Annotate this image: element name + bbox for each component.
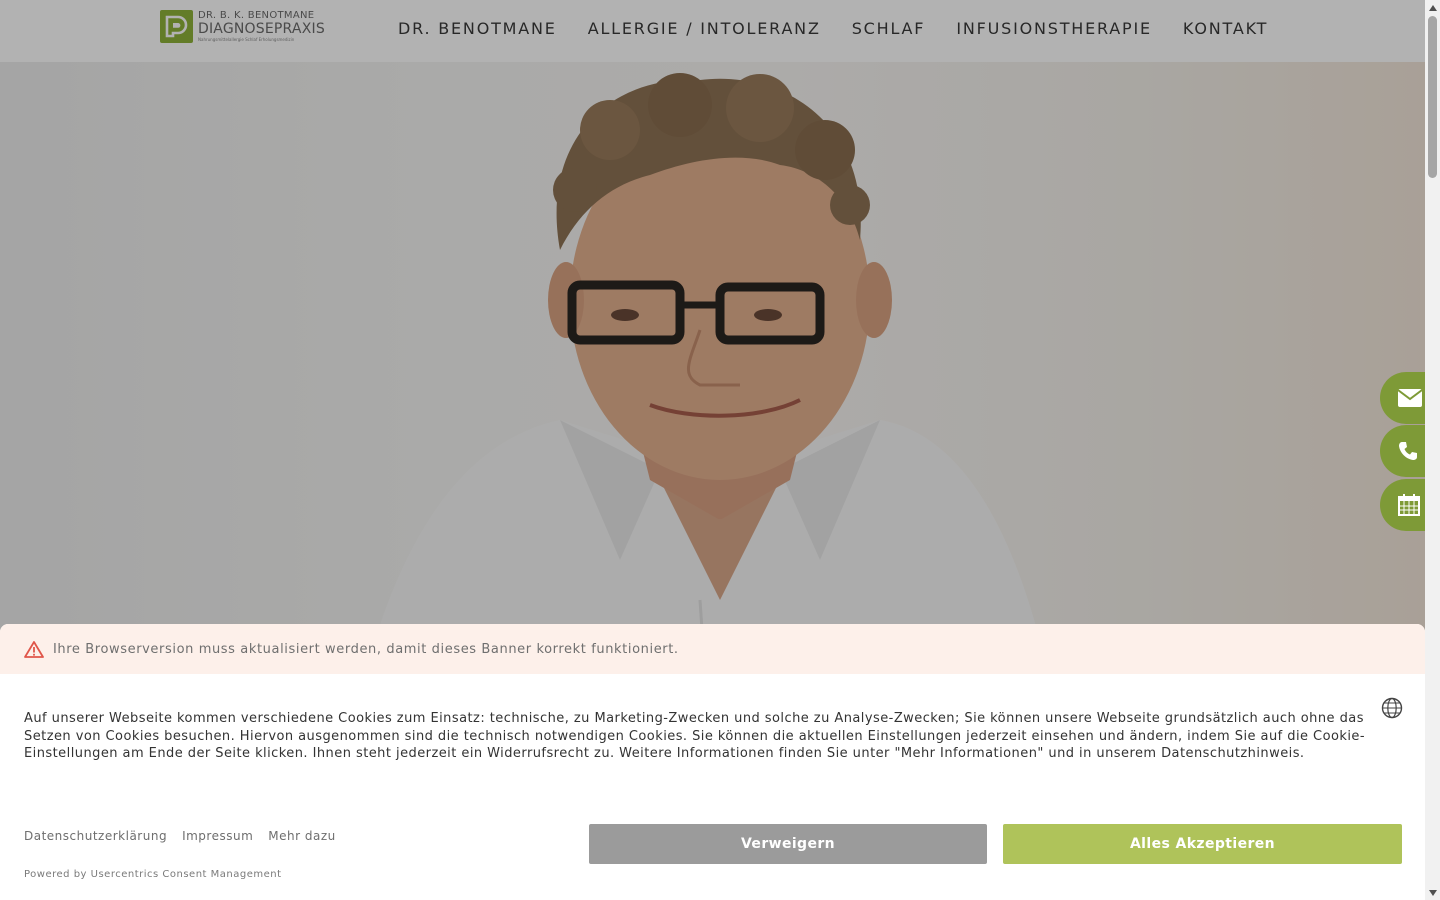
logo-line-2: DIAGNOSEPRAXIS (198, 20, 325, 37)
scroll-up-arrow-icon[interactable] (1425, 0, 1440, 15)
scroll-down-arrow-icon[interactable] (1425, 885, 1440, 900)
main-nav: DR. BENOTMANE ALLERGIE / INTOLERANZ SCHL… (398, 19, 1268, 38)
email-icon (1398, 389, 1422, 407)
consent-links: Datenschutzerklärung Impressum Mehr dazu (24, 829, 336, 843)
browser-warning-text: Ihre Browserversion muss aktualisiert we… (53, 641, 679, 657)
logo-tagline: Nahrungsmittelallergie Schlaf Erholungsm… (198, 36, 295, 42)
powered-by-text: Powered by Usercentrics Consent Manageme… (24, 869, 282, 880)
browser-warning-bar: Ihre Browserversion muss aktualisiert we… (0, 624, 1425, 674)
logo-line-1: DR. B. K. BENOTMANE (198, 9, 315, 21)
nav-item-schlaf[interactable]: SCHLAF (852, 19, 926, 38)
accept-all-button[interactable]: Alles Akzeptieren (1003, 824, 1402, 864)
calendar-icon (1398, 494, 1420, 516)
consent-description: Auf unserer Webseite kommen verschiedene… (24, 711, 1366, 761)
scrollbar-thumb[interactable] (1428, 16, 1437, 178)
warning-icon (24, 640, 44, 658)
page-scrollbar[interactable] (1425, 0, 1440, 900)
site-header: DR. B. K. BENOTMANE DIAGNOSEPRAXIS Nahru… (0, 0, 1425, 62)
nav-item-infusionstherapie[interactable]: INFUSIONSTHERAPIE (956, 19, 1152, 38)
cookie-consent-banner: Ihre Browserversion muss aktualisiert we… (0, 624, 1425, 900)
imprint-link[interactable]: Impressum (182, 829, 253, 843)
logo-mark-icon (160, 9, 193, 43)
nav-item-dr-benotmane[interactable]: DR. BENOTMANE (398, 19, 557, 38)
phone-icon (1399, 442, 1417, 460)
nav-item-kontakt[interactable]: KONTAKT (1183, 19, 1268, 38)
site-logo[interactable]: DR. B. K. BENOTMANE DIAGNOSEPRAXIS Nahru… (160, 9, 325, 43)
privacy-policy-link[interactable]: Datenschutzerklärung (24, 829, 167, 843)
deny-button[interactable]: Verweigern (589, 824, 987, 864)
more-info-link[interactable]: Mehr dazu (268, 829, 335, 843)
nav-item-allergie-intoleranz[interactable]: ALLERGIE / INTOLERANZ (588, 19, 821, 38)
